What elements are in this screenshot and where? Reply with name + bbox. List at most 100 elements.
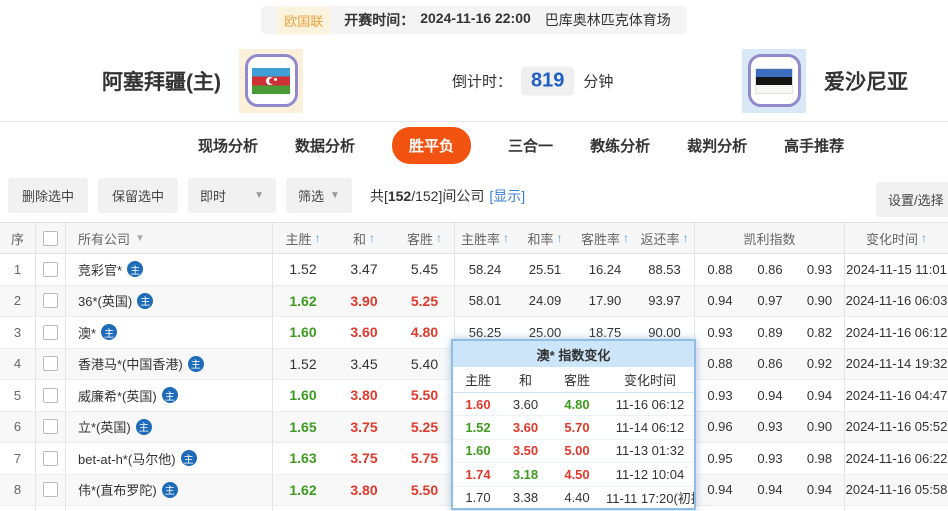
row-checkbox-cell — [36, 348, 66, 379]
column-header-7[interactable]: 主胜率 ↑ — [455, 223, 515, 253]
away-odds[interactable]: 5.75 — [395, 443, 455, 474]
draw-odds[interactable]: 3.90 — [333, 286, 395, 317]
column-header-9[interactable]: 客胜率 ↑ — [575, 223, 635, 253]
company-name[interactable]: 立*(英国) — [78, 417, 131, 436]
nav-tab-6[interactable]: 裁判分析 — [687, 135, 747, 156]
nav-tab-4[interactable]: 三合一 — [508, 135, 553, 156]
column-header-10[interactable]: 返还率 ↑ — [635, 223, 695, 253]
kelly-index-2: 0.97 — [757, 293, 783, 309]
settings-button[interactable]: 设置/选择 — [876, 182, 948, 217]
row-checkbox[interactable] — [43, 324, 58, 340]
popup-change-time: 11-13 01:32 — [615, 443, 685, 459]
column-header-4[interactable]: 主胜 ↑ — [273, 223, 333, 253]
column-header-8[interactable]: 和率 ↑ — [515, 223, 575, 253]
draw-odds[interactable]: 3.45 — [333, 349, 395, 380]
kelly-index-1: 0.93 — [707, 324, 733, 340]
home-odds[interactable]: 1.52 — [273, 254, 333, 285]
popup-draw-odds: 3.50 — [512, 443, 539, 459]
row-index: 4 — [0, 348, 36, 379]
company-cell[interactable]: 澳* 主 — [66, 317, 273, 348]
popup-column-4: 变化时间 — [623, 373, 676, 388]
company-name[interactable]: 威廉希*(英国) — [78, 386, 157, 405]
company-name[interactable]: 伟*(直布罗陀) — [78, 480, 157, 499]
popup-change-time: 11-14 06:12 — [615, 420, 685, 436]
away-odds[interactable]: 5.50 — [395, 380, 455, 411]
away-odds[interactable]: 5.50 — [395, 474, 455, 505]
company-name[interactable]: 澳* — [78, 323, 96, 342]
home-odds[interactable]: 1.65 — [273, 412, 333, 443]
company-cell[interactable]: 伟*(直布罗陀) 主 — [66, 474, 273, 505]
change-time: 2024-11-16 06:12 — [845, 324, 948, 340]
row-checkbox[interactable] — [43, 419, 58, 435]
column-header-label: 主胜 — [285, 231, 312, 247]
draw-odds[interactable]: 3.80 — [333, 380, 395, 411]
home-odds[interactable]: 1.62 — [273, 286, 333, 317]
sort-up-icon[interactable]: ↑ — [683, 231, 689, 245]
show-link[interactable]: [显示] — [489, 188, 525, 204]
company-name[interactable]: 36*(英国) — [78, 291, 132, 310]
nav-tab-7[interactable]: 高手推荐 — [784, 135, 844, 156]
nav-tab-3[interactable]: 胜平负 — [392, 127, 472, 164]
company-cell[interactable]: 威廉希*(英国) 主 — [66, 380, 273, 411]
popup-header: 主胜 和 客胜 变化时间 — [453, 367, 694, 393]
home-odds[interactable]: 1.60 — [273, 317, 333, 348]
column-header-3[interactable]: 所有公司 ▼ — [66, 223, 273, 253]
draw-odds[interactable]: 3.80 — [333, 475, 395, 506]
nav-tab-5[interactable]: 教练分析 — [590, 135, 650, 156]
company-cell[interactable]: 香港马*(中国香港) 主 — [66, 348, 273, 379]
sort-up-icon[interactable]: ↑ — [921, 231, 927, 245]
away-odds[interactable]: 4.80 — [395, 317, 455, 348]
company-cell[interactable]: bet-at-h*(马尔他) 主 — [66, 443, 273, 474]
sort-up-icon[interactable]: ↑ — [369, 231, 375, 245]
odds-type-dropdown[interactable]: 即时 ▼ — [188, 178, 277, 213]
sort-up-icon[interactable]: ↑ — [315, 231, 321, 245]
nav-tab-2[interactable]: 数据分析 — [295, 135, 355, 156]
company-cell[interactable]: 立*(英国) 主 — [66, 411, 273, 442]
row-checkbox[interactable] — [43, 261, 58, 277]
home-odds[interactable]: 1.52 — [273, 349, 333, 380]
company-cell[interactable]: 竞彩官* 主 — [66, 254, 273, 285]
popup-change-time: 11-16 06:12 — [615, 396, 685, 412]
company-cell[interactable]: 36*(英国) 主 — [66, 285, 273, 316]
row-checkbox[interactable] — [43, 387, 58, 403]
select-all-checkbox[interactable] — [43, 230, 58, 246]
match-info-box: 欧国联 开赛时间： 2024-11-16 22:00 巴库奥林匹克体育场 — [261, 6, 687, 34]
top-match-bar: 欧国联 开赛时间： 2024-11-16 22:00 巴库奥林匹克体育场 — [0, 0, 948, 40]
column-header-2[interactable] — [36, 223, 66, 253]
company-name[interactable]: bet-at-h*(马尔他) — [78, 449, 176, 468]
home-odds[interactable]: 1.63 — [273, 443, 333, 474]
sort-up-icon[interactable]: ↑ — [623, 231, 629, 245]
draw-odds[interactable]: 3.60 — [333, 317, 395, 348]
row-checkbox[interactable] — [43, 450, 58, 466]
away-odds[interactable]: 5.25 — [395, 411, 455, 442]
nav-tab-1[interactable]: 现场分析 — [198, 135, 258, 156]
row-checkbox[interactable] — [43, 293, 58, 309]
home-odds[interactable]: 1.60 — [273, 380, 333, 411]
company-name[interactable]: 香港马*(中国香港) — [78, 354, 183, 373]
home-odds[interactable]: 1.62 — [273, 475, 333, 506]
company-name[interactable]: 竞彩官* — [78, 260, 122, 279]
away-odds[interactable]: 5.45 — [395, 254, 455, 285]
away-flag-box — [742, 48, 806, 113]
column-header-5[interactable]: 和 ↑ — [333, 223, 395, 253]
row-checkbox[interactable] — [43, 356, 58, 372]
draw-rate: 25.51 — [528, 261, 562, 277]
column-header-6[interactable]: 客胜 ↑ — [395, 223, 455, 253]
column-header-label: 客胜率 — [580, 231, 620, 247]
draw-odds[interactable]: 3.75 — [333, 412, 395, 443]
away-odds[interactable]: 5.40 — [395, 348, 455, 379]
draw-odds[interactable]: 3.47 — [333, 254, 395, 285]
keep-selected-button[interactable]: 保留选中 — [98, 178, 179, 213]
sort-up-icon[interactable]: ↑ — [557, 231, 563, 245]
kelly-index-2: 0.93 — [757, 450, 783, 466]
delete-selected-button[interactable]: 删除选中 — [8, 178, 89, 213]
sort-up-icon[interactable]: ↑ — [436, 231, 442, 245]
popup-column-1: 主胜 — [464, 373, 491, 388]
column-header-12[interactable]: 变化时间 ↑ — [845, 223, 948, 253]
sort-up-icon[interactable]: ↑ — [503, 231, 509, 245]
away-odds[interactable]: 5.25 — [395, 285, 455, 316]
filter-dropdown[interactable]: 筛选 ▼ — [286, 178, 352, 213]
kelly-index-3: 0.94 — [795, 474, 845, 505]
draw-odds[interactable]: 3.75 — [333, 443, 395, 474]
row-checkbox[interactable] — [43, 482, 58, 498]
